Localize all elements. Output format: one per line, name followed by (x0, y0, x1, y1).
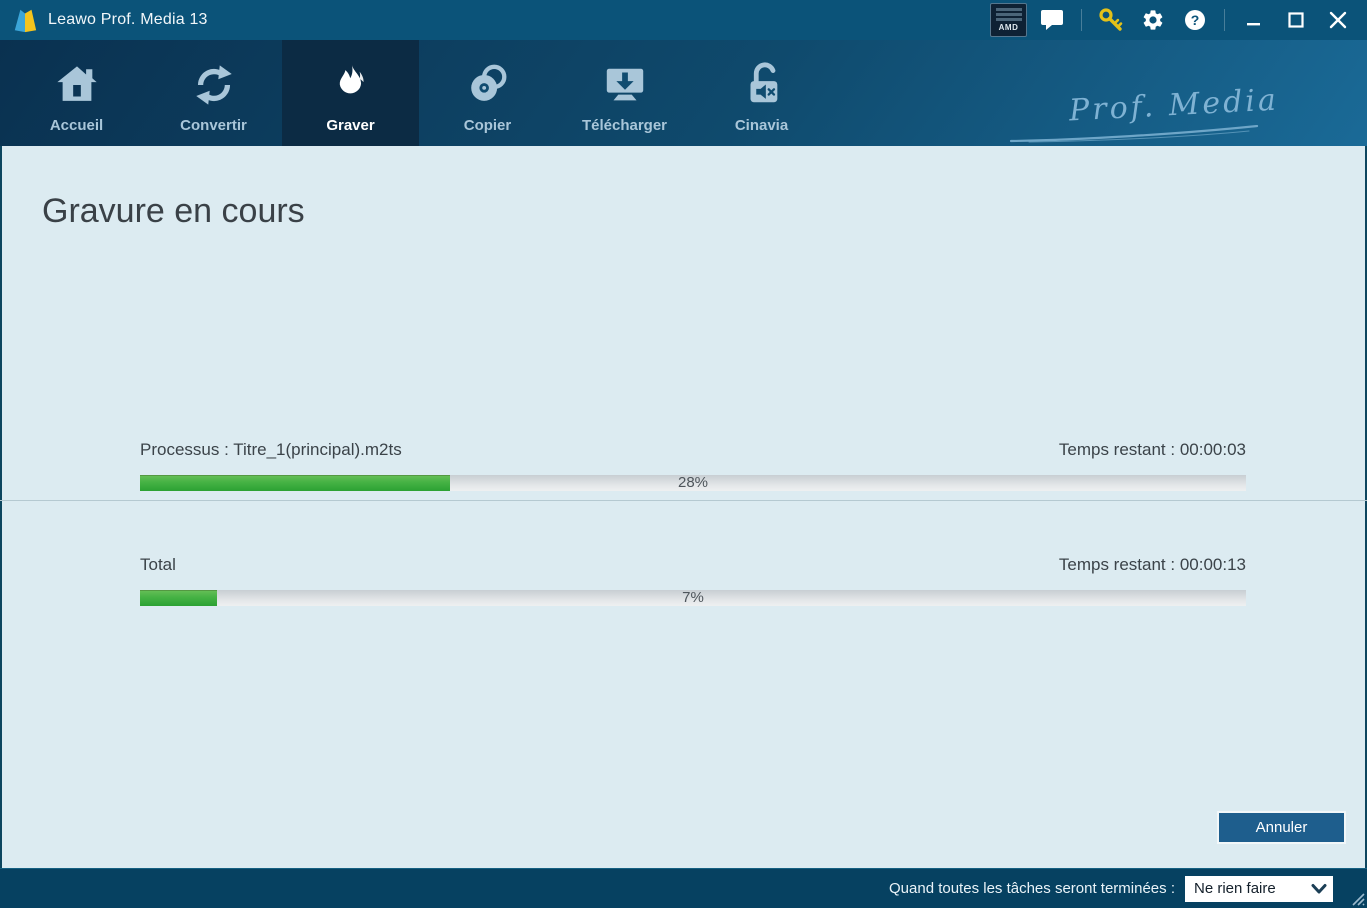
settings-button[interactable] (1136, 5, 1170, 35)
task-label: Total (140, 555, 176, 574)
close-button[interactable] (1321, 5, 1355, 35)
amd-badge-label: AMD (998, 23, 1019, 32)
download-icon (602, 57, 648, 113)
tab-label: Copier (463, 117, 512, 134)
task-time-remaining: Temps restant : 00:00:13 (1058, 555, 1246, 574)
tab-convertir[interactable]: Convertir (145, 40, 282, 146)
tab-label: Convertir (180, 117, 247, 134)
close-icon (1329, 11, 1347, 29)
resize-grip[interactable] (1349, 890, 1365, 906)
tab-telecharger[interactable]: Télécharger (556, 40, 693, 146)
burn-flame-icon (328, 57, 374, 113)
cinavia-unlock-icon (739, 57, 785, 113)
task-row: Processus : Titre_1(principal).m2ts Temp… (140, 440, 1246, 460)
leawo-logo-icon (14, 9, 37, 33)
task-time-remaining: Temps restant : 00:00:03 (1058, 440, 1246, 459)
feedback-button[interactable] (1035, 5, 1069, 35)
app-window: Leawo Prof. Media 13 AMD ? Accueil Conve… (0, 0, 1367, 908)
maximize-button[interactable] (1279, 5, 1313, 35)
svg-text:?: ? (1191, 12, 1200, 28)
tab-graver[interactable]: Graver (282, 40, 419, 146)
tab-label: Accueil (49, 117, 104, 134)
minimize-icon (1247, 23, 1260, 26)
brand-text: Prof. Media (1068, 82, 1280, 129)
dropdown-selected-value: Ne rien faire (1194, 880, 1276, 897)
progress-percent: 28% (677, 474, 709, 491)
footer-bar: Quand toutes les tâches seront terminées… (0, 868, 1367, 908)
main-content: Gravure en cours Processus : Titre_1(pri… (0, 146, 1367, 868)
titlebar-controls: AMD ? (990, 3, 1355, 37)
progress-track: 28% (140, 475, 1246, 491)
amd-radeon-lines (995, 18, 1022, 21)
after-tasks-dropdown[interactable]: Ne rien faire (1185, 875, 1333, 902)
app-title: Leawo Prof. Media 13 (48, 11, 208, 28)
page-title: Gravure en cours (42, 192, 305, 230)
help-icon: ? (1185, 10, 1205, 30)
task-row: Total Temps restant : 00:00:13 (140, 555, 1246, 575)
maximize-icon (1288, 12, 1304, 28)
help-button[interactable]: ? (1178, 5, 1212, 35)
cancel-button[interactable]: Annuler (1217, 811, 1346, 844)
feedback-bubble-icon (1041, 10, 1063, 30)
titlebar-separator (1224, 9, 1225, 31)
tab-copier[interactable]: Copier (419, 40, 556, 146)
settings-gear-icon (1143, 10, 1163, 30)
tab-label: Télécharger (581, 117, 668, 134)
disc-copy-icon (465, 57, 511, 113)
footer-prompt: Quand toutes les tâches seront terminées… (889, 880, 1175, 897)
task-label: Processus : Titre_1(principal).m2ts (140, 440, 402, 459)
minimize-button[interactable] (1237, 5, 1271, 35)
chevron-down-icon (1311, 883, 1327, 893)
tab-cinavia[interactable]: Cinavia (693, 40, 830, 146)
tab-label: Cinavia (734, 117, 789, 134)
brand-swoosh (1010, 125, 1259, 143)
tab-label: Graver (326, 117, 375, 134)
license-key-icon (1099, 8, 1123, 31)
nav-bar: Accueil Convertir Graver Copier Téléchar… (0, 40, 1367, 146)
license-key-button[interactable] (1094, 5, 1128, 35)
tab-accueil[interactable]: Accueil (8, 40, 145, 146)
titlebar: Leawo Prof. Media 13 AMD ? (0, 0, 1367, 40)
convert-arrows-icon (191, 57, 237, 113)
home-icon (54, 57, 100, 113)
brand-logo: Prof. Media (1010, 83, 1280, 143)
progress-track: 7% (140, 590, 1246, 606)
section-divider (0, 500, 1367, 501)
progress-percent: 7% (682, 589, 704, 606)
amd-radeon-badge: AMD (990, 3, 1027, 37)
titlebar-separator (1081, 9, 1082, 31)
